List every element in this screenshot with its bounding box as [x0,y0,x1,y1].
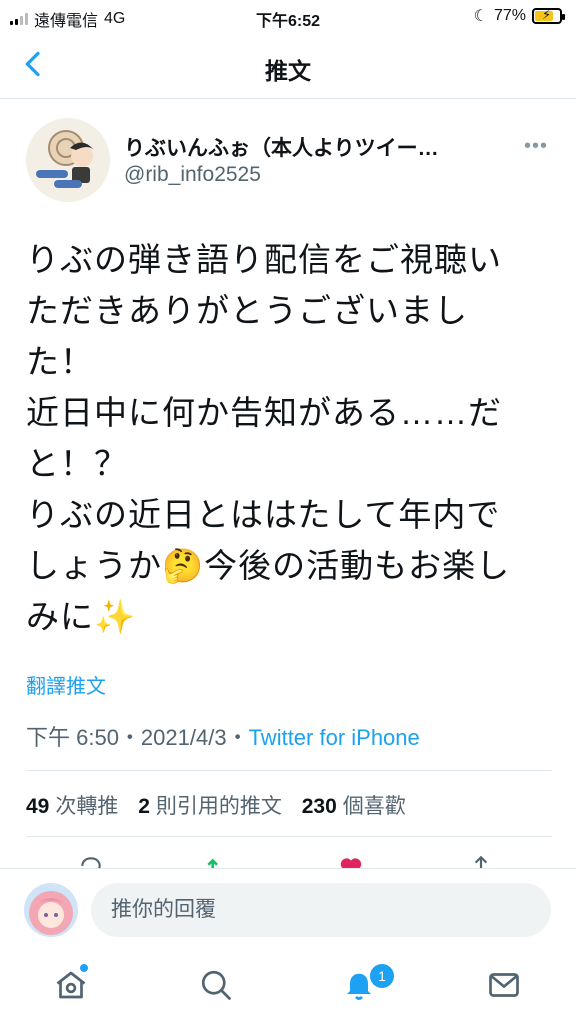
likes-label: 個喜歡 [342,795,406,818]
share-icon[interactable] [468,854,494,868]
tweet-actions [0,850,576,868]
tweet-meta: 下午 6:50・2021/4/3・Twitter for iPhone [26,720,420,752]
translate-tweet-link[interactable]: 翻譯推文 [26,670,106,699]
search-icon[interactable] [198,967,234,1003]
quotes-stat[interactable]: 2 則引用的推文 [138,795,282,818]
retweet-icon[interactable] [204,854,230,868]
tweet-timestamp[interactable]: 下午 6:50・2021/4/3・ [26,725,249,750]
page-title: 推文 [265,58,311,84]
moon-icon: ☾ [473,8,488,25]
retweets-label: 次轉推 [55,795,119,818]
divider [26,836,552,837]
reply-bar: 推你的回覆 [0,868,576,950]
status-bar: 遠傳電信 4G 下午6:52 ☾ 77% ⚡ [0,0,576,34]
quotes-count: 2 [138,795,150,818]
like-icon[interactable] [338,854,364,868]
tweet-stats: 49 次轉推 2 則引用的推文 230 個喜歡 [26,790,420,820]
messages-icon[interactable] [486,967,522,1003]
reply-input[interactable]: 推你的回覆 [91,883,551,937]
tweet-line: みに✨ [26,598,137,635]
user-avatar[interactable] [24,883,78,937]
divider [26,770,552,771]
tweet-line: しょうか🤔今後の活動もお楽し [26,547,511,584]
author-handle[interactable]: @rib_info2525 [124,163,261,187]
tab-bar [0,949,576,1024]
tweet-line: た！ [26,343,94,380]
retweets-stat[interactable]: 49 次轉推 [26,795,118,818]
battery-icon: ⚡ [532,7,565,24]
home-icon[interactable] [53,967,89,1003]
tweet-text: りぶの弾き語り配信をご視聴い ただきありがとうございまし た！ 近日中に何か告知… [26,234,556,642]
reply-icon[interactable] [78,854,104,868]
tweet-line: と！？ [26,445,128,482]
more-options-icon[interactable]: ••• [524,135,548,158]
tweet-line: りぶの弾き語り配信をご視聴い [26,241,502,278]
tweet-line: ただきありがとうございまし [26,292,468,329]
tweet-line: 近日中に何か告知がある……だ [26,394,502,431]
nav-header: 推文 [0,34,576,99]
author-name[interactable]: りぶいんふぉ（本人よりツイー… [124,132,439,162]
home-new-dot [80,964,88,972]
retweets-count: 49 [26,795,50,818]
tweet-source-link[interactable]: Twitter for iPhone [249,725,420,750]
battery-percent: 77% [493,7,526,24]
tweet-line: りぶの近日とははたして年内で [26,496,501,533]
likes-stat[interactable]: 230 個喜歡 [302,795,406,818]
status-right: ☾ 77% ⚡ [473,6,565,26]
quotes-label: 則引用的推文 [155,795,282,818]
author-avatar[interactable] [26,118,110,202]
notifications-badge: 1 [368,962,396,990]
likes-count: 230 [301,795,337,818]
